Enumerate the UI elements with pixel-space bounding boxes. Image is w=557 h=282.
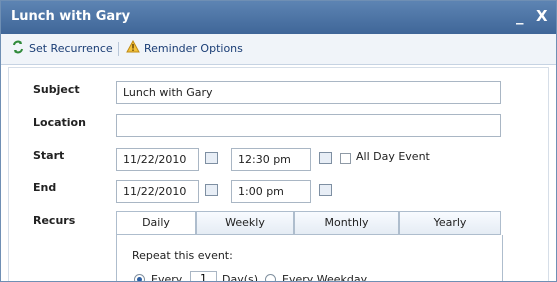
recurs-label: Recurs: [33, 214, 76, 227]
minimize-button[interactable]: _: [516, 7, 524, 25]
all-day-checkbox[interactable]: [340, 153, 351, 164]
toolbar-separator: [118, 42, 119, 56]
close-button[interactable]: X: [536, 7, 548, 25]
start-time-input[interactable]: 12:30 pm: [231, 148, 311, 171]
set-recurrence-button[interactable]: Set Recurrence: [11, 40, 113, 57]
recurrence-icon: [11, 40, 25, 57]
weekday-label: Every Weekday: [282, 273, 368, 282]
subject-label: Subject: [33, 83, 80, 96]
start-label: Start: [33, 149, 65, 162]
title-bar: Lunch with Gary _ X: [1, 1, 556, 34]
set-recurrence-label: Set Recurrence: [29, 42, 113, 55]
recurrence-tabs: Daily Weekly Monthly Yearly: [116, 211, 501, 235]
weekday-radio[interactable]: [265, 274, 276, 281]
subject-input[interactable]: Lunch with Gary: [116, 81, 501, 104]
all-day-label: All Day Event: [356, 150, 430, 163]
calendar-icon[interactable]: [205, 152, 218, 164]
end-date-input[interactable]: 11/22/2010: [116, 180, 199, 203]
every-radio[interactable]: [134, 274, 145, 281]
tab-yearly[interactable]: Yearly: [399, 211, 501, 234]
tab-monthly[interactable]: Monthly: [294, 211, 399, 234]
toolbar: Set Recurrence Reminder Options: [1, 34, 556, 65]
every-label: Every: [151, 273, 183, 282]
clock-icon[interactable]: [319, 184, 332, 196]
repeat-label: Repeat this event:: [132, 249, 233, 262]
end-time-input[interactable]: 1:00 pm: [231, 180, 311, 203]
every-days-input[interactable]: 1: [190, 271, 217, 281]
start-date-input[interactable]: 11/22/2010: [116, 148, 199, 171]
location-label: Location: [33, 116, 86, 129]
window-title: Lunch with Gary: [11, 9, 131, 24]
clock-icon[interactable]: [319, 152, 332, 164]
tab-daily[interactable]: Daily: [116, 211, 196, 235]
appointment-window: Lunch with Gary _ X Set Recurrence Remin…: [0, 0, 557, 282]
reminder-options-button[interactable]: Reminder Options: [126, 39, 243, 56]
calendar-icon[interactable]: [205, 184, 218, 196]
reminder-options-label: Reminder Options: [144, 41, 243, 55]
location-input[interactable]: [116, 114, 501, 137]
days-label: Day(s): [222, 273, 259, 282]
end-label: End: [33, 181, 57, 194]
tab-weekly[interactable]: Weekly: [196, 211, 294, 234]
warning-icon: [126, 39, 140, 56]
